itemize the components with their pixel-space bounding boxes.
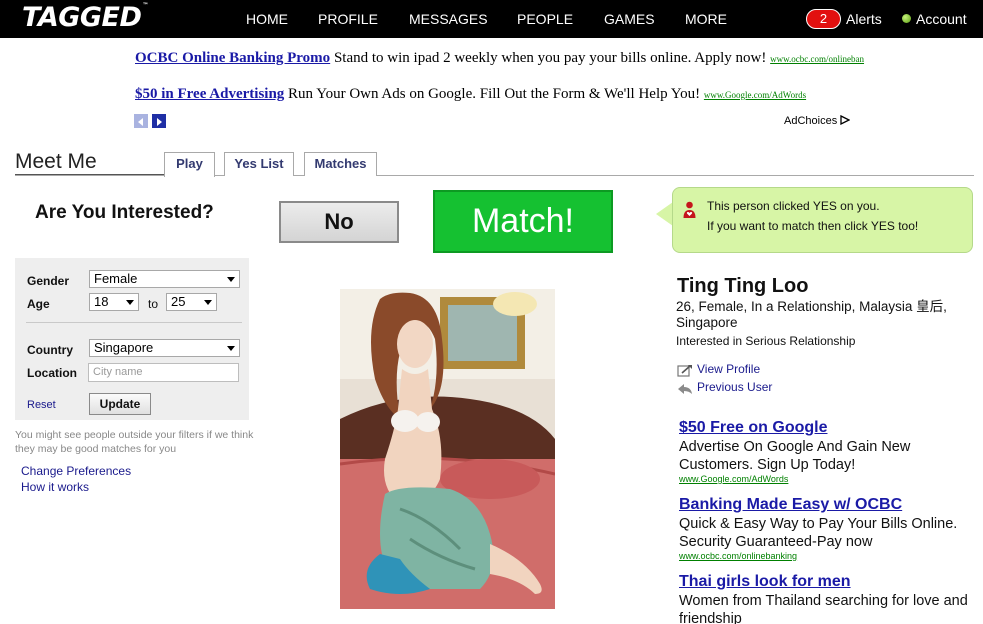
top-ad-2-text: Run Your Own Ads on Google. Fill Out the…: [284, 86, 704, 102]
side-ad-2-body: Quick & Easy Way to Pay Your Bills Onlin…: [679, 516, 958, 550]
top-ad-1-text: Stand to win ipad 2 weekly when you pay …: [330, 50, 771, 66]
age-min-value: 18: [94, 294, 109, 309]
how-it-works-link[interactable]: How it works: [21, 480, 89, 494]
profile-name: Ting Ting Loo: [677, 275, 809, 297]
account-link[interactable]: Account: [916, 11, 967, 27]
nav-messages[interactable]: MESSAGES: [409, 11, 488, 27]
location-label: Location: [27, 366, 77, 380]
chevron-down-icon: [227, 346, 235, 351]
side-ad-2-url[interactable]: www.ocbc.com/onlinebanking: [679, 551, 797, 561]
page: TAGGED™ HOME PROFILE MESSAGES PEOPLE GAM…: [0, 0, 983, 624]
notice-tail: [656, 202, 673, 226]
match-button[interactable]: Match!: [433, 190, 613, 253]
age-min-select[interactable]: 18: [89, 293, 139, 311]
logo-text: TAGGED: [22, 2, 142, 33]
tab-matches[interactable]: Matches: [304, 152, 377, 176]
logo-trademark: ™: [142, 2, 148, 9]
interest-question: Are You Interested?: [35, 202, 214, 223]
title-underline: [15, 174, 164, 175]
top-ad-1-title[interactable]: OCBC Online Banking Promo: [135, 50, 330, 66]
top-ad-1-url[interactable]: www.ocbc.com/onlineban: [770, 54, 864, 64]
profile-interest: Interested in Serious Relationship: [676, 334, 856, 348]
top-ad-2: $50 in Free Advertising Run Your Own Ads…: [135, 86, 806, 103]
age-max-value: 25: [171, 294, 186, 309]
side-ad-1-url[interactable]: www.Google.com/AdWords: [679, 474, 788, 484]
gender-label: Gender: [27, 274, 70, 288]
profile-photo[interactable]: [340, 289, 555, 609]
no-button[interactable]: No: [279, 201, 399, 243]
nav-more[interactable]: MORE: [685, 11, 727, 27]
country-select[interactable]: Singapore: [89, 339, 240, 357]
notice-line-2: If you want to match then click YES too!: [707, 219, 919, 233]
view-profile-icon: [677, 363, 693, 377]
top-ad-1: OCBC Online Banking Promo Stand to win i…: [135, 50, 864, 67]
alerts-count-badge[interactable]: 2: [806, 9, 841, 29]
country-label: Country: [27, 343, 73, 357]
previous-user-link[interactable]: Previous User: [697, 380, 772, 394]
side-ad-2-title[interactable]: Banking Made Easy w/ OCBC: [679, 496, 902, 514]
reset-link[interactable]: Reset: [27, 399, 56, 411]
gender-select[interactable]: Female: [89, 270, 240, 288]
age-label: Age: [27, 297, 50, 311]
tabs-divider: [15, 175, 974, 176]
tab-play[interactable]: Play: [164, 152, 215, 177]
location-input[interactable]: City name: [88, 363, 239, 382]
meet-me-title: Meet Me: [15, 150, 97, 173]
side-ad-1-body: Advertise On Google And Gain New Custome…: [679, 439, 911, 473]
adchoices-label: AdChoices: [784, 115, 838, 127]
notice-line-1: This person clicked YES on you.: [707, 199, 880, 213]
chevron-down-icon: [227, 277, 235, 282]
filter-divider: [26, 322, 242, 323]
tagged-logo[interactable]: TAGGED™: [22, 2, 148, 33]
side-ad-1-title[interactable]: $50 Free on Google: [679, 419, 827, 437]
ad-prev-arrow-icon[interactable]: [134, 114, 148, 128]
update-button[interactable]: Update: [89, 393, 151, 415]
user-heart-icon: [683, 201, 696, 219]
previous-user-arrow-icon: [677, 381, 693, 395]
gender-value: Female: [94, 271, 138, 286]
adchoices-link[interactable]: AdChoices: [784, 114, 851, 127]
nav-profile[interactable]: PROFILE: [318, 11, 378, 27]
nav-games[interactable]: GAMES: [604, 11, 655, 27]
age-to-label: to: [148, 297, 159, 311]
filter-note: You might see people outside your filter…: [15, 429, 254, 455]
nav-people[interactable]: PEOPLE: [517, 11, 573, 27]
side-ad-3-body: Women from Thailand searching for love a…: [679, 593, 968, 624]
change-preferences-link[interactable]: Change Preferences: [21, 464, 131, 478]
tab-yes-list[interactable]: Yes List: [224, 152, 294, 176]
adchoices-icon: [840, 114, 851, 126]
profile-details: 26, Female, In a Relationship, Malaysia …: [676, 299, 947, 330]
country-value: Singapore: [94, 340, 154, 355]
ad-next-arrow-icon[interactable]: [152, 114, 166, 128]
chevron-down-icon: [126, 300, 134, 305]
online-status-icon: [902, 14, 911, 23]
top-ad-2-title[interactable]: $50 in Free Advertising: [135, 86, 284, 102]
side-ad-3-title[interactable]: Thai girls look for men: [679, 573, 851, 591]
alerts-link[interactable]: Alerts: [846, 11, 882, 27]
top-ad-2-url[interactable]: www.Google.com/AdWords: [704, 90, 806, 100]
view-profile-link[interactable]: View Profile: [697, 362, 760, 376]
age-max-select[interactable]: 25: [166, 293, 217, 311]
nav-home[interactable]: HOME: [246, 11, 288, 27]
chevron-down-icon: [204, 300, 212, 305]
